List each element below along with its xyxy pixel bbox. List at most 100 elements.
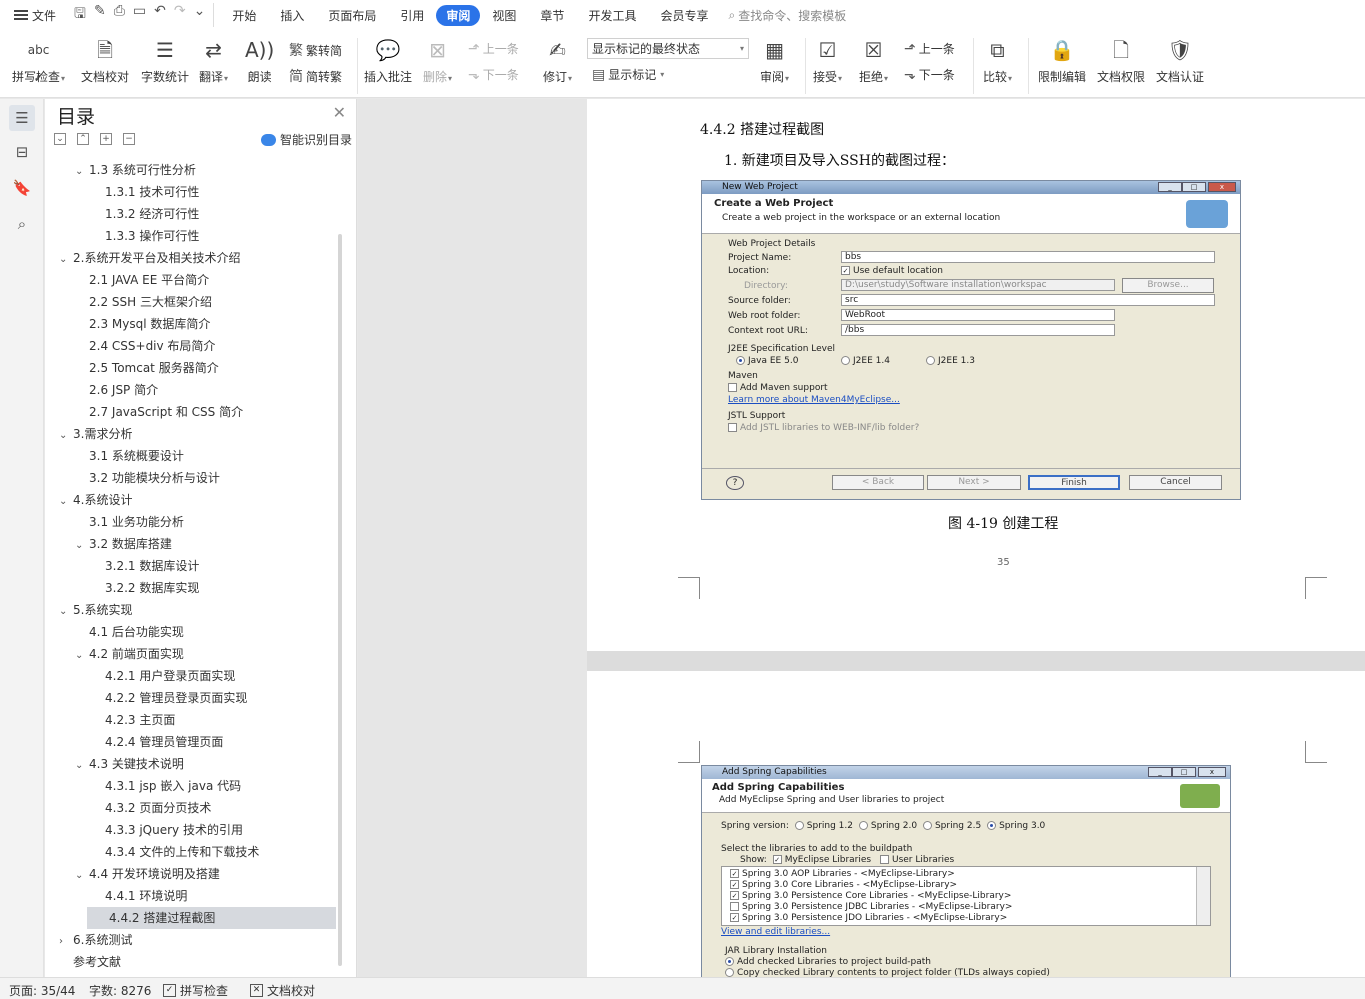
toc-item[interactable]: 4.3.2 页面分页技术: [45, 797, 335, 819]
file-menu[interactable]: 文件: [0, 7, 66, 24]
tab-4[interactable]: 审阅: [436, 4, 481, 26]
read-aloud-button[interactable]: A)) 朗读: [245, 36, 274, 85]
toc-item[interactable]: 2.7 JavaScript 和 CSS 简介: [45, 401, 335, 423]
tab-7[interactable]: 开发工具: [576, 5, 648, 26]
reject-button[interactable]: ☒ 拒绝▾: [859, 36, 888, 85]
toc-pane-icon[interactable]: ☰: [9, 105, 35, 131]
toc-item[interactable]: 4.2.1 用户登录页面实现: [45, 665, 335, 687]
toc-item[interactable]: 4.1 后台功能实现: [45, 621, 335, 643]
toc-item[interactable]: ⌄ 1.3 系统可行性分析: [45, 159, 335, 181]
find-icon[interactable]: ⌕: [9, 211, 35, 237]
page-indicator[interactable]: 页面: 35/44: [9, 982, 75, 999]
word-count-button[interactable]: ☰ 字数统计: [141, 36, 189, 85]
prev-change-button[interactable]: ⬏ 上一条: [904, 40, 955, 57]
format-painter-icon[interactable]: ✎: [94, 3, 106, 27]
toc-item[interactable]: 3.1 系统概要设计: [45, 445, 335, 467]
chevron-down-icon[interactable]: ⌄: [59, 249, 73, 271]
toc-item[interactable]: ⌄ 5.系统实现: [45, 599, 335, 621]
status-spell-check[interactable]: ✓ 拼写检查: [163, 982, 228, 999]
toc-item[interactable]: ⌄ 4.4 开发环境说明及搭建: [45, 863, 335, 885]
review-pane-button[interactable]: ▦ 审阅▾: [760, 36, 789, 85]
toc-item[interactable]: 4.3.4 文件的上传和下载技术: [45, 841, 335, 863]
chevron-down-icon[interactable]: ⌄: [59, 491, 73, 513]
toc-item[interactable]: ⌄ 2.系统开发平台及相关技术介绍: [45, 247, 335, 269]
chevron-right-icon[interactable]: ›: [59, 931, 73, 953]
print-preview-icon[interactable]: ▭: [133, 3, 146, 27]
redo-icon[interactable]: ↷: [174, 3, 186, 27]
chevron-down-icon[interactable]: ⌄: [75, 865, 89, 887]
restrict-editing-button[interactable]: 🔒 限制编辑: [1038, 36, 1086, 85]
toc-item[interactable]: ⌄ 4.2 前端页面实现: [45, 643, 335, 665]
undo-icon[interactable]: ↶: [154, 3, 166, 27]
tab-1[interactable]: 插入: [268, 5, 316, 26]
toc-item[interactable]: 2.5 Tomcat 服务器简介: [45, 357, 335, 379]
toc-item[interactable]: 3.2.2 数据库实现: [45, 577, 335, 599]
chevron-down-icon[interactable]: ⌄: [59, 601, 73, 623]
toc-item[interactable]: 4.2.4 管理员管理页面: [45, 731, 335, 753]
toc-item[interactable]: 1.3.2 经济可行性: [45, 203, 335, 225]
accept-button[interactable]: ☑ 接受▾: [813, 36, 842, 85]
document-permission-button[interactable]: 🗋 文档权限: [1097, 36, 1145, 85]
toc-item[interactable]: › 6.系统测试: [45, 929, 335, 951]
toc-item[interactable]: 4.4.2 搭建过程截图: [87, 907, 336, 929]
toc-item[interactable]: ⌄ 4.3 关键技术说明: [45, 753, 335, 775]
more-icon[interactable]: ⌄: [194, 3, 206, 27]
toc-item[interactable]: 4.3.1 jsp 嵌入 java 代码: [45, 775, 335, 797]
compare-button[interactable]: ⧉ 比较▾: [983, 36, 1012, 85]
toc-item[interactable]: 3.2 功能模块分析与设计: [45, 467, 335, 489]
toc-item[interactable]: 2.4 CSS+div 布局简介: [45, 335, 335, 357]
save-icon[interactable]: 🖫: [74, 3, 86, 27]
smart-toc-button[interactable]: 智能识别目录: [260, 131, 352, 148]
tab-5[interactable]: 视图: [480, 5, 528, 26]
spell-check-button[interactable]: abc ✓ 拼写检查▾: [12, 36, 65, 85]
bookmark-icon[interactable]: 🔖: [9, 175, 35, 201]
chapter-nav-icon[interactable]: ⊟: [9, 139, 35, 165]
show-markup-button[interactable]: ▤ 显示标记 ▾: [592, 66, 664, 83]
simp-to-trad-button[interactable]: 简简转繁: [289, 66, 342, 86]
chevron-down-icon[interactable]: ⌄: [75, 645, 89, 667]
chevron-down-icon[interactable]: ⌄: [75, 755, 89, 777]
toc-scrollbar[interactable]: [338, 234, 342, 966]
close-icon[interactable]: ✕: [333, 103, 346, 122]
remove-heading-icon[interactable]: −: [123, 133, 135, 145]
chevron-down-icon[interactable]: ⌄: [59, 425, 73, 447]
toc-item[interactable]: 4.3.3 jQuery 技术的引用: [45, 819, 335, 841]
toc-item[interactable]: ⌄ 3.需求分析: [45, 423, 335, 445]
trad-to-simp-button[interactable]: 繁繁转简: [289, 40, 342, 60]
toc-item[interactable]: 1.3.3 操作可行性: [45, 225, 335, 247]
toc-item[interactable]: 2.3 Mysql 数据库简介: [45, 313, 335, 335]
print-icon[interactable]: ⎙: [114, 3, 125, 27]
toc-item[interactable]: 4.2.3 主页面: [45, 709, 335, 731]
toc-item[interactable]: 3.2.1 数据库设计: [45, 555, 335, 577]
document-certify-button[interactable]: 🛡 文档认证: [1156, 36, 1204, 85]
delete-comment-button[interactable]: ⊠ 删除▾: [423, 36, 452, 85]
status-proofread[interactable]: ✕ 文档校对: [250, 982, 315, 999]
prev-comment-button[interactable]: ⬏ 上一条: [468, 40, 519, 57]
add-heading-icon[interactable]: +: [100, 133, 112, 145]
tab-2[interactable]: 页面布局: [316, 5, 388, 26]
chevron-down-icon[interactable]: ⌄: [75, 161, 89, 183]
toc-item[interactable]: 2.6 JSP 简介: [45, 379, 335, 401]
toc-item[interactable]: 2.1 JAVA EE 平台简介: [45, 269, 335, 291]
toc-item[interactable]: 4.4.1 环境说明: [45, 885, 335, 907]
tab-0[interactable]: 开始: [220, 5, 268, 26]
tab-8[interactable]: 会员专享: [648, 5, 720, 26]
toc-item[interactable]: 2.2 SSH 三大框架介绍: [45, 291, 335, 313]
toc-item[interactable]: 1.3.1 技术可行性: [45, 181, 335, 203]
toc-item[interactable]: 4.2.2 管理员登录页面实现: [45, 687, 335, 709]
translate-button[interactable]: ⇄ 翻译▾: [199, 36, 228, 85]
proofread-button[interactable]: 🗎 文档校对: [81, 36, 129, 85]
expand-up-icon[interactable]: ⌃: [77, 133, 89, 145]
track-changes-button[interactable]: ✍ 修订▾: [543, 36, 572, 85]
toc-item[interactable]: ⌄ 4.系统设计: [45, 489, 335, 511]
word-count-indicator[interactable]: 字数: 8276: [89, 982, 151, 999]
insert-comment-button[interactable]: 💬 插入批注: [364, 36, 412, 85]
chevron-down-icon[interactable]: ⌄: [75, 535, 89, 557]
command-search[interactable]: ⌕ 查找命令、搜索模板: [728, 7, 846, 24]
tab-6[interactable]: 章节: [528, 5, 576, 26]
toc-item[interactable]: ⌄ 3.2 数据库搭建: [45, 533, 335, 555]
markup-display-select[interactable]: 显示标记的最终状态 ▾: [587, 38, 749, 59]
toc-item[interactable]: 3.1 业务功能分析: [45, 511, 335, 533]
next-change-button[interactable]: ⬎ 下一条: [904, 66, 955, 83]
toc-item[interactable]: 参考文献: [45, 951, 335, 973]
